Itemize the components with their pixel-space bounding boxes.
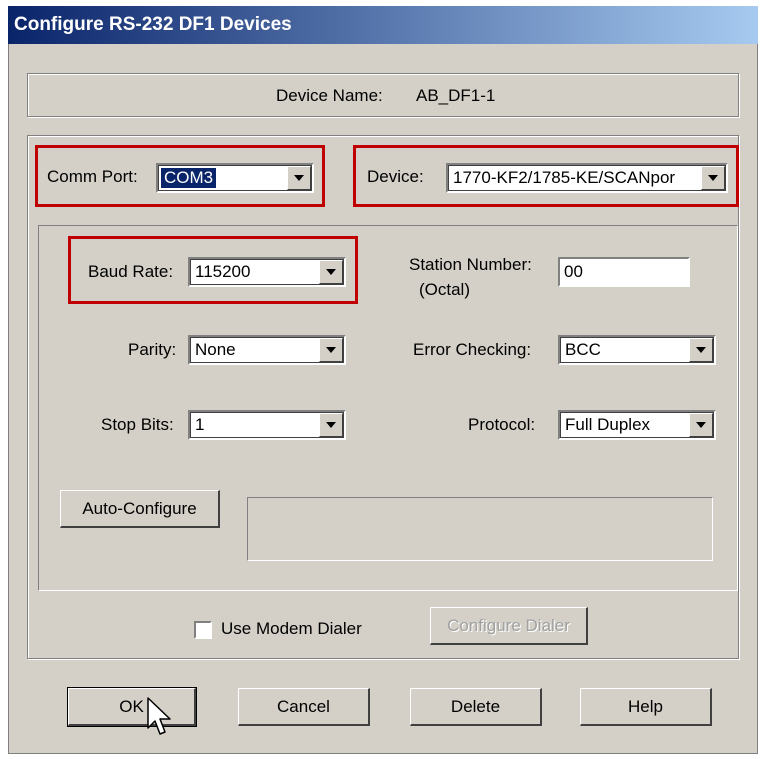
comm-port-value: COM3 [161,168,217,188]
device-name-value: AB_DF1-1 [416,86,496,105]
device-name-panel: Device Name: AB_DF1-1 [27,73,739,117]
device-select[interactable]: 1770-KF2/1785-KE/SCANpor [446,163,728,193]
cancel-button[interactable]: Cancel [238,688,370,726]
mouse-cursor-icon [147,697,171,735]
delete-button[interactable]: Delete [410,688,542,726]
title-bar: Configure RS-232 DF1 Devices [8,6,758,44]
device-value: 1770-KF2/1785-KE/SCANpor [453,168,676,187]
error-checking-value: BCC [565,340,601,359]
auto-configure-button[interactable]: Auto-Configure [60,490,220,528]
stop-bits-label: Stop Bits: [101,415,174,434]
protocol-label: Protocol: [468,415,536,434]
station-number-input[interactable]: 00 [558,257,690,287]
auto-configure-status-box [247,497,713,561]
use-modem-dialer-checkbox[interactable] [194,621,212,639]
protocol-select[interactable]: Full Duplex [558,410,716,440]
use-modem-dialer-label: Use Modem Dialer [221,619,362,638]
chevron-down-icon[interactable] [701,166,725,190]
station-number-value: 00 [564,262,583,281]
chevron-down-icon[interactable] [287,166,311,190]
error-checking-label: Error Checking: [413,340,532,359]
device-label: Device: [367,167,424,186]
help-button[interactable]: Help [580,688,712,726]
comm-port-select[interactable]: COM3 [156,163,314,193]
stop-bits-value: 1 [195,415,205,434]
protocol-value: Full Duplex [565,415,651,434]
parity-value: None [195,340,236,359]
chevron-down-icon[interactable] [319,413,343,437]
station-number-label: Station Number: [409,255,532,274]
error-checking-select[interactable]: BCC [558,335,716,365]
baud-rate-value: 115200 [195,262,251,281]
parity-label: Parity: [128,340,177,359]
window-title: Configure RS-232 DF1 Devices [14,14,292,35]
chevron-down-icon[interactable] [689,338,713,362]
comm-port-label: Comm Port: [47,167,138,186]
device-name-label: Device Name: [276,86,383,105]
station-number-sublabel: (Octal) [419,280,470,299]
stop-bits-select[interactable]: 1 [188,410,346,440]
configure-dialer-button[interactable]: Configure Dialer [430,607,588,645]
chevron-down-icon[interactable] [689,413,713,437]
baud-rate-label: Baud Rate: [88,262,174,281]
chevron-down-icon[interactable] [319,260,343,284]
ok-button[interactable]: OK [67,687,197,727]
parity-select[interactable]: None [188,335,346,365]
baud-rate-select[interactable]: 115200 [188,257,346,287]
chevron-down-icon[interactable] [319,338,343,362]
